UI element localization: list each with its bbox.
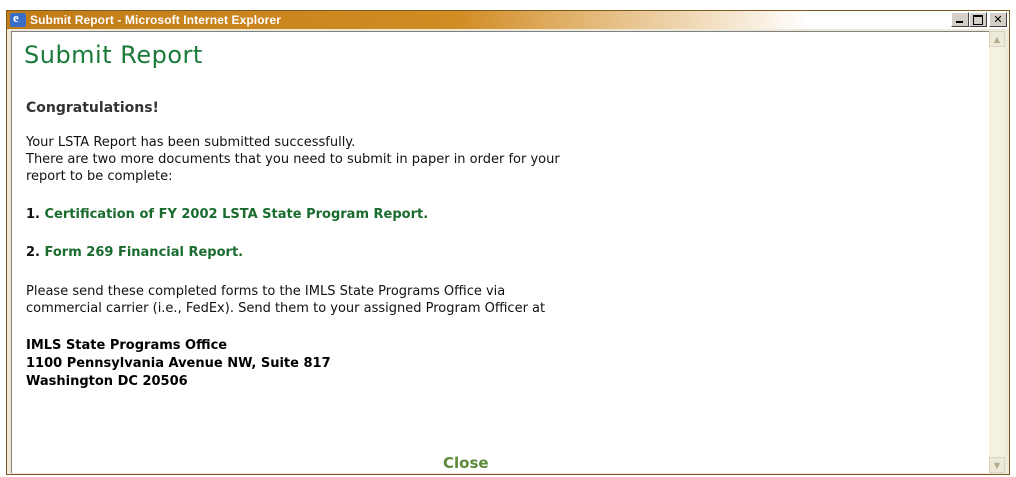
maximize-button[interactable] — [969, 12, 987, 27]
page-title: Submit Report — [24, 41, 203, 69]
form-269-link[interactable]: Form 269 Financial Report. — [45, 245, 244, 260]
scroll-down-icon[interactable]: ▼ — [989, 457, 1005, 473]
instructions-line-1: Please send these completed forms to the… — [26, 284, 506, 299]
vertical-scrollbar[interactable]: ▲ ▼ — [989, 31, 1005, 473]
close-window-button[interactable]: ✕ — [989, 12, 1007, 27]
document-item-2: 2. Form 269 Financial Report. — [26, 245, 243, 260]
document-item-1: 1. Certification of FY 2002 LSTA State P… — [26, 207, 428, 222]
item-number: 1. — [26, 207, 40, 222]
address-line-2: 1100 Pennsylvania Avenue NW, Suite 817 — [26, 356, 331, 371]
ie-icon — [10, 11, 26, 27]
address-line-3: Washington DC 20506 — [26, 374, 188, 389]
title-bar[interactable]: Submit Report - Microsoft Internet Explo… — [7, 11, 1009, 29]
intro-line-3: report to be complete: — [26, 169, 173, 184]
item-number: 2. — [26, 245, 40, 260]
certification-link[interactable]: Certification of FY 2002 LSTA State Prog… — [45, 207, 429, 222]
intro-line-1: Your LSTA Report has been submitted succ… — [26, 135, 356, 150]
page-content: Submit Report Congratulations! Your LSTA… — [11, 31, 993, 473]
scroll-up-icon[interactable]: ▲ — [989, 31, 1005, 47]
instructions-line-2: commercial carrier (i.e., FedEx). Send t… — [26, 301, 546, 316]
address-line-1: IMLS State Programs Office — [26, 338, 228, 353]
window-title: Submit Report - Microsoft Internet Explo… — [30, 13, 281, 27]
minimize-icon — [956, 21, 963, 23]
congratulations-heading: Congratulations! — [26, 100, 159, 116]
window-controls: ✕ — [951, 12, 1007, 27]
intro-line-2: There are two more documents that you ne… — [26, 152, 560, 167]
maximize-icon — [973, 14, 983, 25]
browser-window: Submit Report - Microsoft Internet Explo… — [6, 10, 1010, 475]
close-link[interactable]: Close — [443, 454, 489, 472]
close-icon: ✕ — [993, 13, 1003, 26]
minimize-button[interactable] — [951, 12, 969, 27]
